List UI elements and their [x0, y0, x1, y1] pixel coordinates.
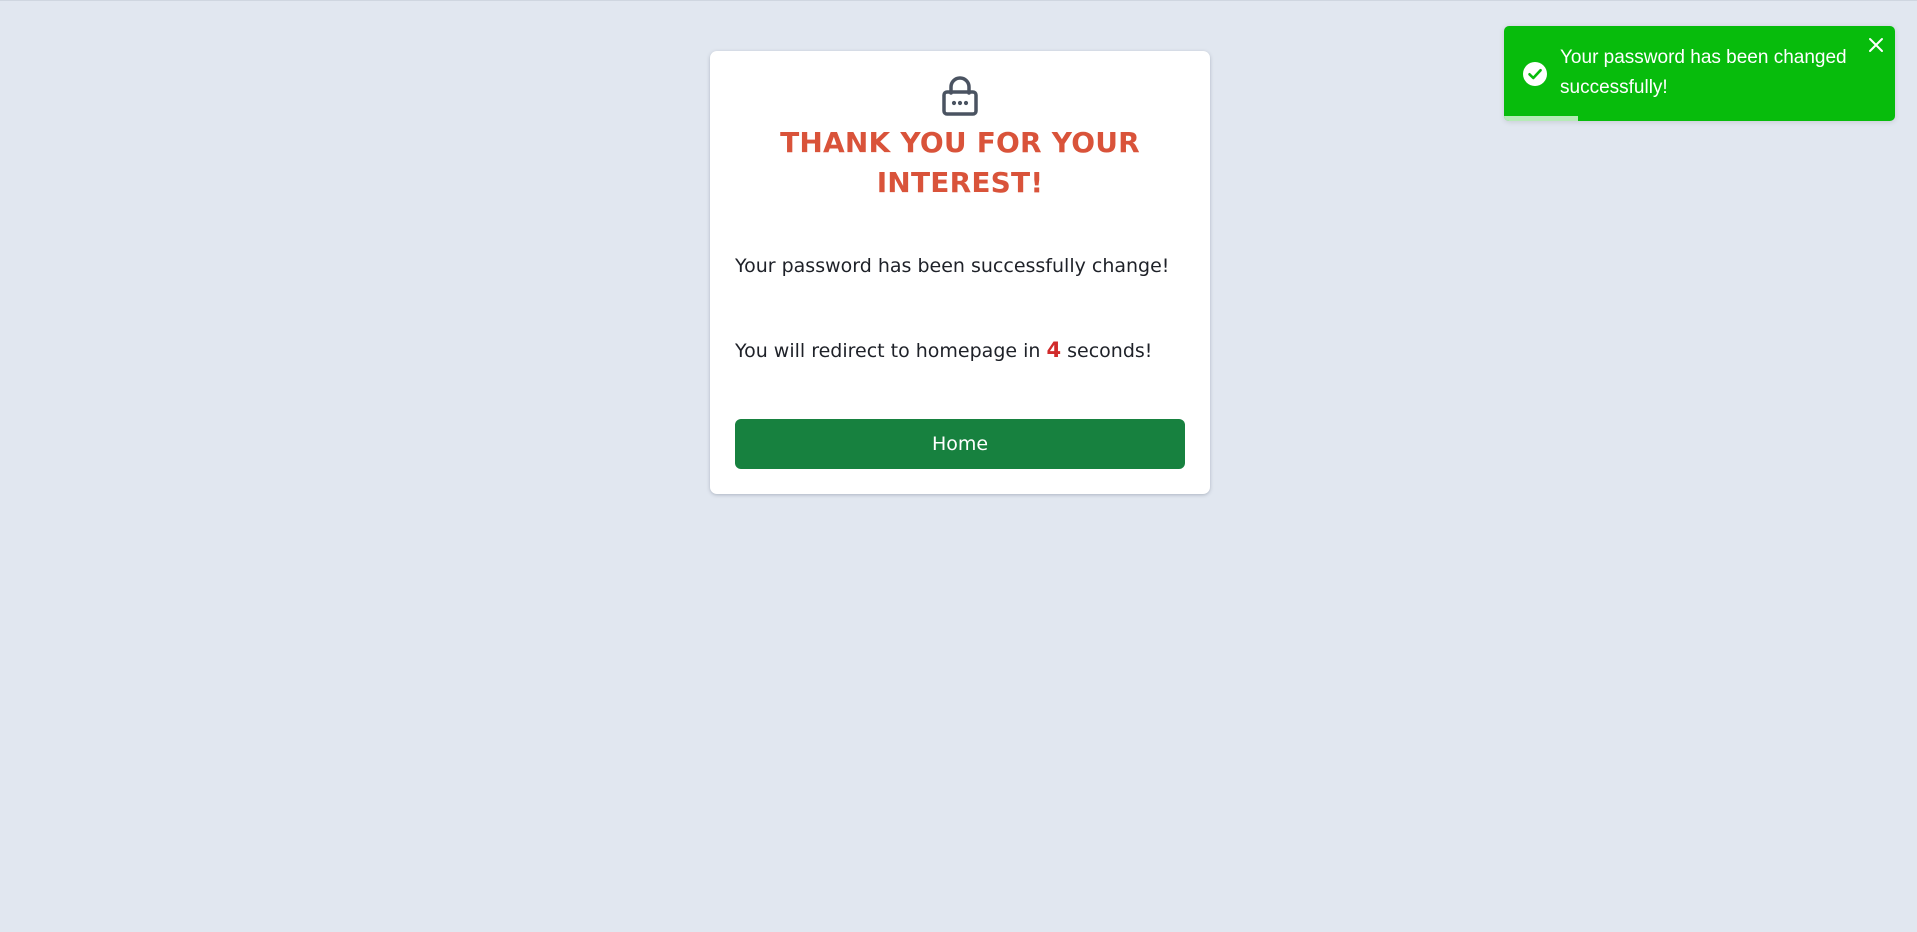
- redirect-countdown: 4: [1046, 338, 1062, 362]
- toast-progress-track: [1504, 116, 1895, 121]
- top-divider: [0, 0, 1917, 1]
- page-title: THANK YOU FOR YOUR INTEREST!: [780, 126, 1140, 199]
- home-button[interactable]: Home: [735, 419, 1185, 469]
- success-message: Your password has been successfully chan…: [735, 255, 1170, 277]
- success-toast[interactable]: Your password has been changed successfu…: [1504, 26, 1895, 121]
- toast-progress-bar: [1504, 116, 1579, 121]
- redirect-prefix: You will redirect to homepage in: [735, 340, 1047, 362]
- redirect-message: You will redirect to homepage in 4 secon…: [735, 338, 1152, 362]
- password-changed-card: THANK YOU FOR YOUR INTEREST! Your passwo…: [710, 51, 1210, 494]
- redirect-suffix: seconds!: [1061, 340, 1153, 362]
- check-circle-icon: [1523, 62, 1547, 86]
- close-icon[interactable]: [1867, 36, 1885, 54]
- toast-message: Your password has been changed successfu…: [1560, 47, 1847, 98]
- lock-icon: [942, 76, 978, 116]
